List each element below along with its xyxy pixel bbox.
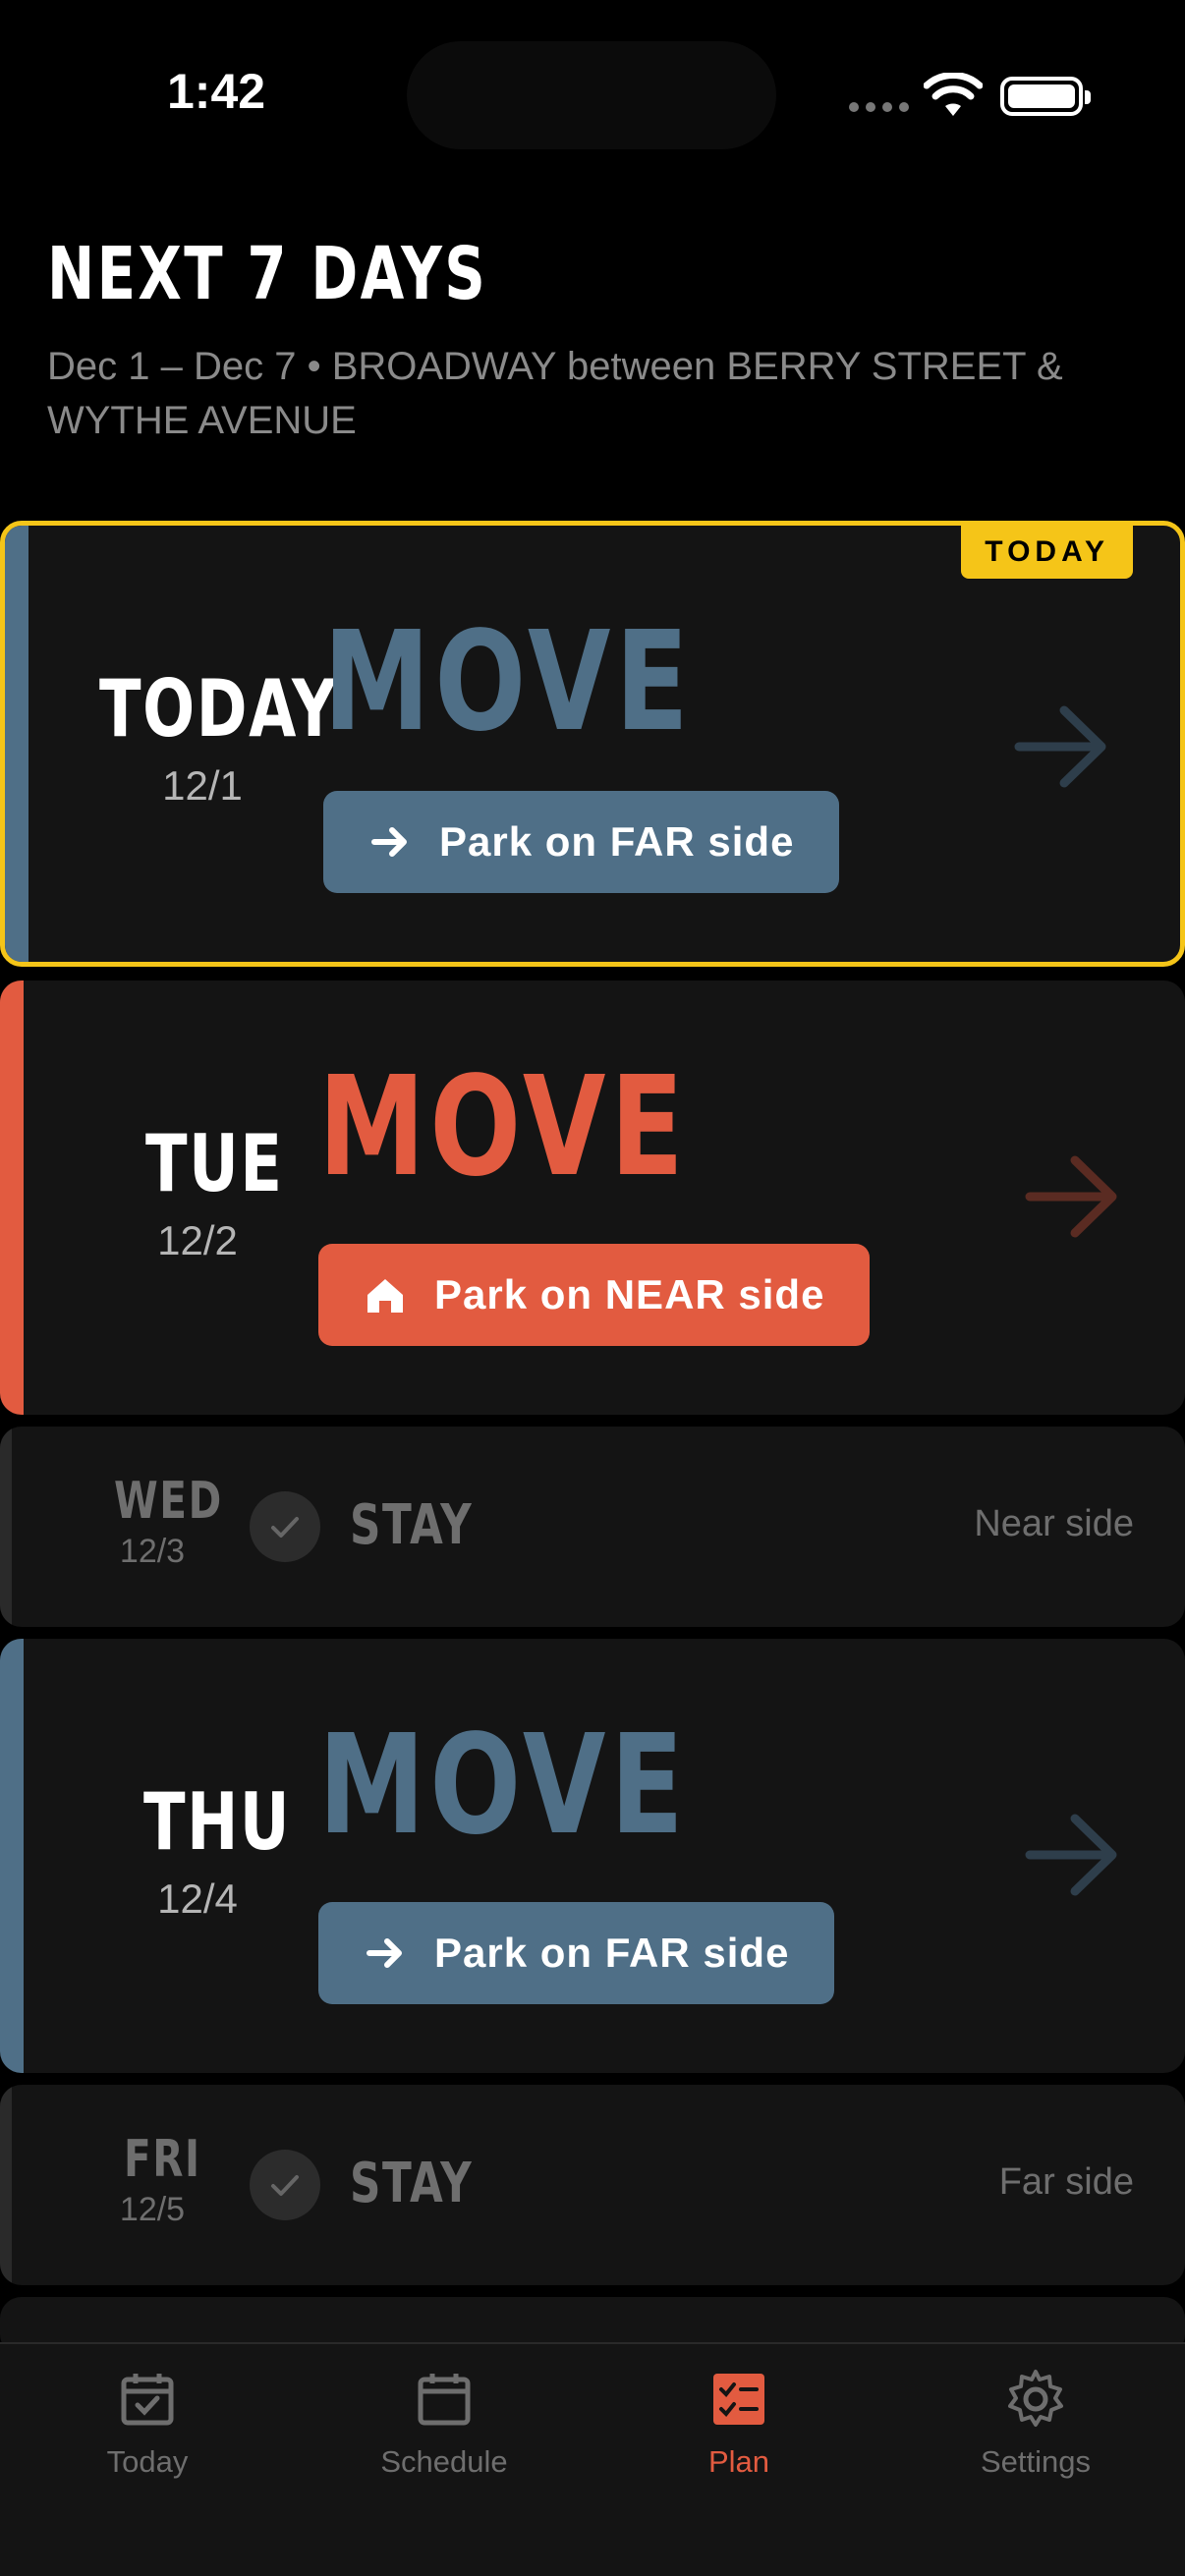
checklist-icon [713,2374,764,2425]
tab-today[interactable]: Today [39,2368,255,2480]
status-bar: 1:42 [0,0,1185,187]
battery-icon [1000,77,1091,116]
park-instruction-button[interactable]: Park on FAR side [323,791,840,893]
go-arrow-icon[interactable] [1024,1811,1122,1899]
arrow-right-icon [371,827,407,857]
action-label: STAY [350,1493,474,1557]
page-title: NEXT 7 DAYS [47,232,488,316]
park-instruction-button[interactable]: Park on NEAR side [318,1244,871,1346]
dynamic-island [407,41,776,149]
day-name: TUE [145,1118,284,1209]
check-icon [250,2150,320,2220]
day-date: 12/1 [162,762,243,809]
tab-plan[interactable]: Plan [631,2368,847,2480]
side-stripe [0,1639,24,2073]
side-stripe [5,526,28,962]
page-subtitle: Dec 1 – Dec 7 • BROADWAY between BERRY S… [47,345,1063,442]
today-badge: TODAY [961,526,1133,579]
instruction-label: Park on FAR side [434,1930,790,1976]
wifi-icon [924,73,983,116]
park-instruction-button[interactable]: Park on FAR side [318,1902,835,2004]
home-icon [367,1279,403,1313]
signal-dots-icon [849,102,909,112]
action-label: MOVE [318,1706,689,1866]
day-date: 12/2 [157,1217,238,1263]
side-label: Far side [998,2161,1134,2203]
day-card-tue[interactable]: TUE 12/2 MOVE Park on NEAR side [0,980,1185,1415]
tab-settings[interactable]: Settings [928,2368,1144,2480]
tab-label: Schedule [380,2444,508,2479]
tab-label: Today [106,2444,189,2479]
gear-icon [1008,2370,1063,2427]
check-icon [250,1491,320,1562]
instruction-label: Park on NEAR side [434,1271,825,1317]
day-label: THU 12/4 [94,1776,301,1923]
day-label: TODAY 12/1 [99,663,336,810]
tab-schedule[interactable]: Schedule [336,2368,552,2480]
side-stripe [0,980,24,1415]
instruction-label: Park on FAR side [439,818,795,865]
action-label: MOVE [323,602,694,762]
day-date: 12/5 [119,2191,186,2228]
day-label: FRI 12/5 [88,2130,216,2229]
day-name: FRI [124,2130,201,2189]
tab-label: Settings [980,2444,1091,2479]
calendar-icon [418,2374,471,2426]
day-name: WED [114,1472,223,1531]
day-name: TODAY [99,663,338,755]
tab-label: Plan [707,2444,770,2479]
day-card-thu[interactable]: THU 12/4 MOVE Park on FAR side [0,1639,1185,2073]
action-label: MOVE [318,1047,689,1207]
go-arrow-icon[interactable] [1013,702,1111,791]
side-stripe [0,1427,12,1627]
day-date: 12/4 [157,1876,238,1922]
day-card-fri[interactable]: FRI 12/5 STAY Far side [0,2085,1185,2285]
side-stripe [0,2085,12,2285]
go-arrow-icon[interactable] [1024,1152,1122,1241]
status-time: 1:42 [167,64,266,119]
day-date: 12/3 [119,1533,186,1570]
tab-bar: Today Schedule Plan Settings [0,2342,1185,2576]
arrow-right-icon [367,1938,402,1968]
calendar-check-icon [121,2374,174,2426]
side-label: Near side [974,1503,1134,1544]
day-card-wed[interactable]: WED 12/3 STAY Near side [0,1427,1185,1627]
day-label: WED 12/3 [88,1472,221,1571]
day-card-today[interactable]: TODAY TODAY 12/1 MOVE Park on FAR side [0,521,1185,967]
action-label: STAY [350,2152,474,2215]
day-name: THU [143,1776,292,1868]
day-label: TUE 12/2 [94,1118,301,1264]
